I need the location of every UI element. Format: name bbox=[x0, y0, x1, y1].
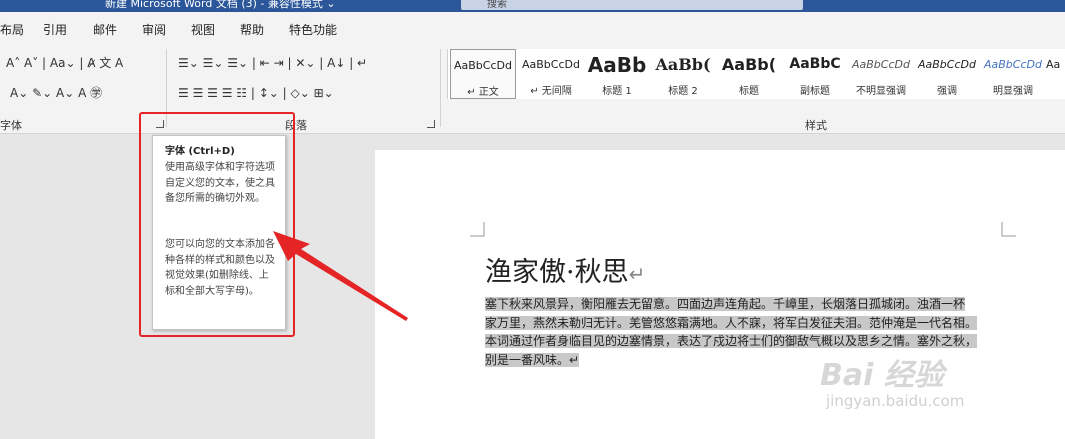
group-divider bbox=[440, 49, 441, 127]
selected-text: 别是一番风味。↵ bbox=[485, 352, 580, 367]
style-name: 标题 1 bbox=[602, 86, 632, 97]
menu-view[interactable]: 视图 bbox=[191, 21, 215, 38]
selected-text: 塞下秋来风景异，衡阳雁去无留意。四面边声连角起。千嶂里，长烟落日孤城闭。浊酒一杯 bbox=[485, 297, 966, 311]
style-name: 明显强调 bbox=[993, 86, 1033, 97]
menu-help[interactable]: 帮助 bbox=[240, 21, 264, 38]
styles-gallery: AaBbCcDd ↵ 正文 AaBbCcDd ↵ 无间隔 AaBb 标题 1 A… bbox=[447, 49, 1065, 99]
search-placeholder: 搜索 bbox=[487, 0, 507, 10]
style-name: 标题 2 bbox=[668, 86, 698, 97]
menu-bar: 布局 引用 邮件 审阅 视图 帮助 特色功能 bbox=[0, 12, 1065, 45]
style-subtitle[interactable]: AaBbC 副标题 bbox=[782, 49, 848, 99]
body-line: 塞下秋来风景异，衡阳雁去无留意。四面边声连角起。千嶂里，长烟落日孤城闭。浊酒一杯 bbox=[485, 295, 1000, 314]
style-sample: AaBbCcDd bbox=[454, 59, 512, 72]
style-name: ↵ 无间隔 bbox=[530, 86, 572, 97]
style-sample: AaBbCcDd bbox=[918, 58, 976, 71]
body-line: 家万里，燕然未勒归无计。羌管悠悠霜满地。人不寐，将军白发征夫泪。范仲淹是一代名相… bbox=[485, 314, 1000, 333]
style-heading-2[interactable]: AaBb( 标题 2 bbox=[650, 49, 716, 99]
font-controls-row2[interactable]: A⌄ ✎⌄ A⌄ A ㊫ bbox=[10, 85, 102, 101]
style-more[interactable]: Aa bbox=[1046, 49, 1065, 99]
style-sample: AaBbC bbox=[789, 56, 841, 72]
style-no-spacing[interactable]: AaBbCcDd ↵ 无间隔 bbox=[518, 49, 584, 99]
body-line: 本词通过作者身临目见的边塞情景，表达了戍边将士们的御敌气概以及思乡之情。塞外之秋… bbox=[485, 332, 1000, 351]
style-name: 强调 bbox=[937, 86, 957, 97]
styles-group-label: 样式 bbox=[805, 119, 827, 132]
style-subtle-emphasis[interactable]: AaBbCcDd 不明显强调 bbox=[848, 49, 914, 99]
style-sample: AaBbCcDd bbox=[984, 58, 1042, 71]
style-sample: Aa bbox=[1046, 58, 1061, 71]
document-title-text: 渔家傲·秋思 bbox=[485, 257, 629, 288]
style-name: 标题 bbox=[739, 86, 759, 97]
font-group-label: 字体 bbox=[0, 119, 22, 132]
style-sample: AaBb( bbox=[655, 55, 711, 74]
watermark-url: jingyan.baidu.com bbox=[826, 392, 965, 410]
style-normal[interactable]: AaBbCcDd ↵ 正文 bbox=[450, 49, 516, 99]
menu-mailings[interactable]: 邮件 bbox=[93, 21, 117, 38]
menu-review[interactable]: 审阅 bbox=[142, 21, 166, 38]
paragraph-controls-row2[interactable]: ☰ ☰ ☰ ☰ ☷ | ↕⌄ | ◇⌄ ⊞⌄ bbox=[178, 85, 334, 101]
style-sample: AaBbCcDd bbox=[852, 58, 910, 71]
style-name: 副标题 bbox=[800, 86, 830, 97]
margin-corner-mark bbox=[1001, 222, 1016, 237]
paragraph-dialog-launcher-icon[interactable] bbox=[427, 120, 435, 128]
window-title: 新建 Microsoft Word 文档 (3) - 兼容性模式 ⌄ bbox=[105, 0, 336, 10]
selected-text: 家万里，燕然未勒归无计。羌管悠悠霜满地。人不寐，将军白发征夫泪。范仲淹是一代名相… bbox=[485, 315, 978, 330]
search-box[interactable]: 搜索 bbox=[461, 0, 803, 10]
margin-corner-mark bbox=[470, 222, 485, 237]
title-bar: 新建 Microsoft Word 文档 (3) - 兼容性模式 ⌄ 搜索 bbox=[0, 0, 1065, 12]
style-name: 不明显强调 bbox=[856, 86, 906, 97]
style-sample: AaBb bbox=[587, 53, 647, 77]
menu-special-features[interactable]: 特色功能 bbox=[289, 21, 337, 38]
style-name: ↵ 正文 bbox=[467, 87, 499, 98]
style-sample: AaBb( bbox=[721, 55, 777, 74]
style-title[interactable]: AaBb( 标题 bbox=[716, 49, 782, 99]
style-heading-1[interactable]: AaBb 标题 1 bbox=[584, 49, 650, 99]
style-intense-emphasis[interactable]: AaBbCcDd 明显强调 bbox=[980, 49, 1046, 99]
paragraph-controls-row1[interactable]: ☰⌄ ☰⌄ ☰⌄ | ⇤ ⇥ | ✕⌄ | A↓ | ↵ bbox=[178, 55, 367, 71]
annotation-arrow-icon bbox=[273, 231, 408, 321]
paragraph-mark: ↵ bbox=[628, 262, 646, 286]
menu-references[interactable]: 引用 bbox=[43, 21, 67, 38]
font-controls-row1[interactable]: A˄ A˅ | Aa⌄ | A̷ 文 A bbox=[6, 55, 123, 71]
watermark-logo: Bai 经验 bbox=[820, 358, 944, 393]
menu-layout[interactable]: 布局 bbox=[0, 21, 24, 38]
document-title[interactable]: 渔家傲·秋思↵ bbox=[485, 250, 645, 289]
style-emphasis[interactable]: AaBbCcDd 强调 bbox=[914, 49, 980, 99]
style-sample: AaBbCcDd bbox=[522, 58, 580, 71]
selected-text: 本词通过作者身临目见的边塞情景，表达了戍边将士们的御敌气概以及思乡之情。塞外之秋… bbox=[485, 334, 978, 348]
